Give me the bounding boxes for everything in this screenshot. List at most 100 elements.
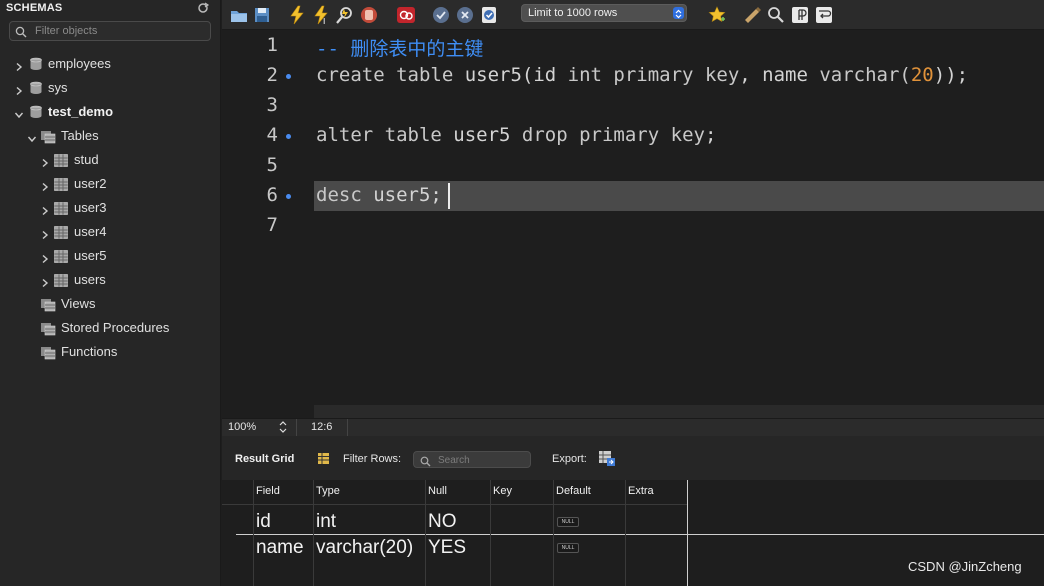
schema-item-sys[interactable]: sys (0, 77, 220, 99)
wrap-lines-icon[interactable] (814, 5, 834, 25)
cell-type[interactable]: int (316, 511, 336, 533)
null-badge[interactable]: NULL (557, 517, 579, 527)
stop-icon[interactable] (359, 5, 379, 25)
result-grid[interactable]: Field Type Null Key Default Extra id int… (222, 480, 1044, 586)
column-header-label: Null (428, 485, 447, 497)
limit-rows-label: Limit to 1000 rows (528, 7, 618, 19)
line-number: 1 (266, 34, 278, 56)
table-label: user2 (74, 176, 107, 191)
code-token: int primary key (567, 64, 740, 86)
code-token: )); (933, 64, 969, 86)
cell-type[interactable]: varchar(20) (316, 537, 413, 559)
cursor-position: 12:6 (311, 421, 333, 433)
null-badge[interactable]: NULL (557, 543, 579, 553)
tree-item-stored-procedures[interactable]: Stored Procedures (0, 317, 220, 339)
open-folder-icon[interactable] (229, 5, 249, 25)
chevron-right-icon[interactable] (14, 83, 24, 96)
tables-folder-icon (40, 128, 56, 144)
status-divider (347, 419, 348, 437)
chevron-right-icon[interactable] (40, 275, 50, 288)
grid-icon[interactable] (317, 452, 330, 465)
schema-item-test-demo[interactable]: test_demo (0, 101, 220, 123)
column-header-extra[interactable]: Extra (625, 480, 687, 504)
column-header-type[interactable]: Type (313, 480, 425, 504)
line-number: 6 (266, 184, 278, 206)
filter-rows-input[interactable] (438, 453, 526, 467)
column-header-label: Extra (628, 485, 654, 497)
tree-item-tables[interactable]: Tables (0, 125, 220, 147)
editor-horizontal-scrollbar[interactable] (314, 405, 1044, 419)
schema-item-employees[interactable]: employees (0, 53, 220, 75)
filter-rows-search[interactable] (413, 451, 531, 468)
tree-item-functions[interactable]: Functions (0, 341, 220, 363)
line-number: 3 (266, 94, 278, 116)
commit-icon[interactable] (431, 5, 451, 25)
statement-marker (286, 134, 291, 139)
code-comment: -- 删除表中的主键 (316, 38, 484, 60)
chevron-right-icon[interactable] (40, 251, 50, 264)
functions-folder-icon (40, 344, 56, 360)
table-icon (53, 152, 69, 168)
bookmark-star-icon[interactable] (707, 5, 727, 25)
cell-field[interactable]: name (256, 537, 304, 559)
zoom-stepper-icon[interactable] (278, 420, 288, 434)
filter-objects-input[interactable] (35, 23, 205, 39)
table-label: user5 (74, 248, 107, 263)
database-icon (28, 56, 44, 72)
table-item-user4[interactable]: user4 (0, 221, 220, 243)
export-icon[interactable] (598, 450, 616, 467)
table-item-user2[interactable]: user2 (0, 173, 220, 195)
explain-icon[interactable] (335, 5, 355, 25)
invisible-chars-icon[interactable] (790, 5, 810, 25)
tree-label: Functions (61, 344, 118, 359)
tree-item-views[interactable]: Views (0, 293, 220, 315)
rollback-icon[interactable] (455, 5, 475, 25)
code-token: alter table (316, 124, 454, 146)
chevron-right-icon[interactable] (14, 59, 24, 72)
grid-header-divider (222, 504, 688, 505)
save-icon[interactable] (252, 5, 272, 25)
text-caret (448, 183, 450, 209)
autocommit-icon[interactable] (479, 5, 499, 25)
execute-current-icon[interactable]: I (311, 5, 331, 26)
table-item-stud[interactable]: stud (0, 149, 220, 171)
column-header-null[interactable]: Null (425, 480, 490, 504)
refresh-schemas-icon[interactable] (196, 1, 210, 15)
tree-label: Tables (61, 128, 99, 143)
database-icon (28, 80, 44, 96)
search-icon (420, 454, 431, 467)
chevron-down-icon[interactable] (14, 107, 24, 119)
code-token: user5; (373, 184, 442, 206)
result-grid-tab[interactable]: Result Grid (235, 453, 294, 465)
select-stepper-icon (673, 7, 684, 19)
code-token: create table (316, 64, 465, 86)
limit-rows-select[interactable]: Limit to 1000 rows (521, 4, 687, 22)
chevron-down-icon[interactable] (27, 131, 37, 143)
code-token: ; (704, 124, 717, 146)
sql-editor[interactable]: 1 2 3 4 5 6 7 -- 删除表中的主键 create table us… (222, 31, 1044, 419)
chevron-right-icon[interactable] (40, 227, 50, 240)
cell-null[interactable]: NO (428, 511, 457, 533)
column-header-default[interactable]: Default (553, 480, 625, 504)
chevron-right-icon[interactable] (40, 155, 50, 168)
chevron-right-icon[interactable] (40, 203, 50, 216)
execute-icon[interactable] (287, 5, 307, 25)
table-icon (53, 224, 69, 240)
filter-objects-field[interactable] (9, 21, 211, 41)
column-header-key[interactable]: Key (490, 480, 553, 504)
table-item-user3[interactable]: user3 (0, 197, 220, 219)
table-item-user5[interactable]: user5 (0, 245, 220, 267)
cell-null[interactable]: YES (428, 537, 466, 559)
column-header-label: Key (493, 485, 512, 497)
status-divider (296, 419, 297, 437)
beautify-icon[interactable] (742, 5, 762, 25)
find-icon[interactable] (766, 5, 786, 25)
cell-field[interactable]: id (256, 511, 271, 533)
code-token: user5(id (464, 64, 568, 86)
table-item-users[interactable]: users (0, 269, 220, 291)
column-header-label: Type (316, 485, 340, 497)
toggle-error-icon[interactable] (396, 5, 416, 25)
line-number: 4 (266, 124, 278, 146)
chevron-right-icon[interactable] (40, 179, 50, 192)
column-header-field[interactable]: Field (253, 480, 313, 504)
